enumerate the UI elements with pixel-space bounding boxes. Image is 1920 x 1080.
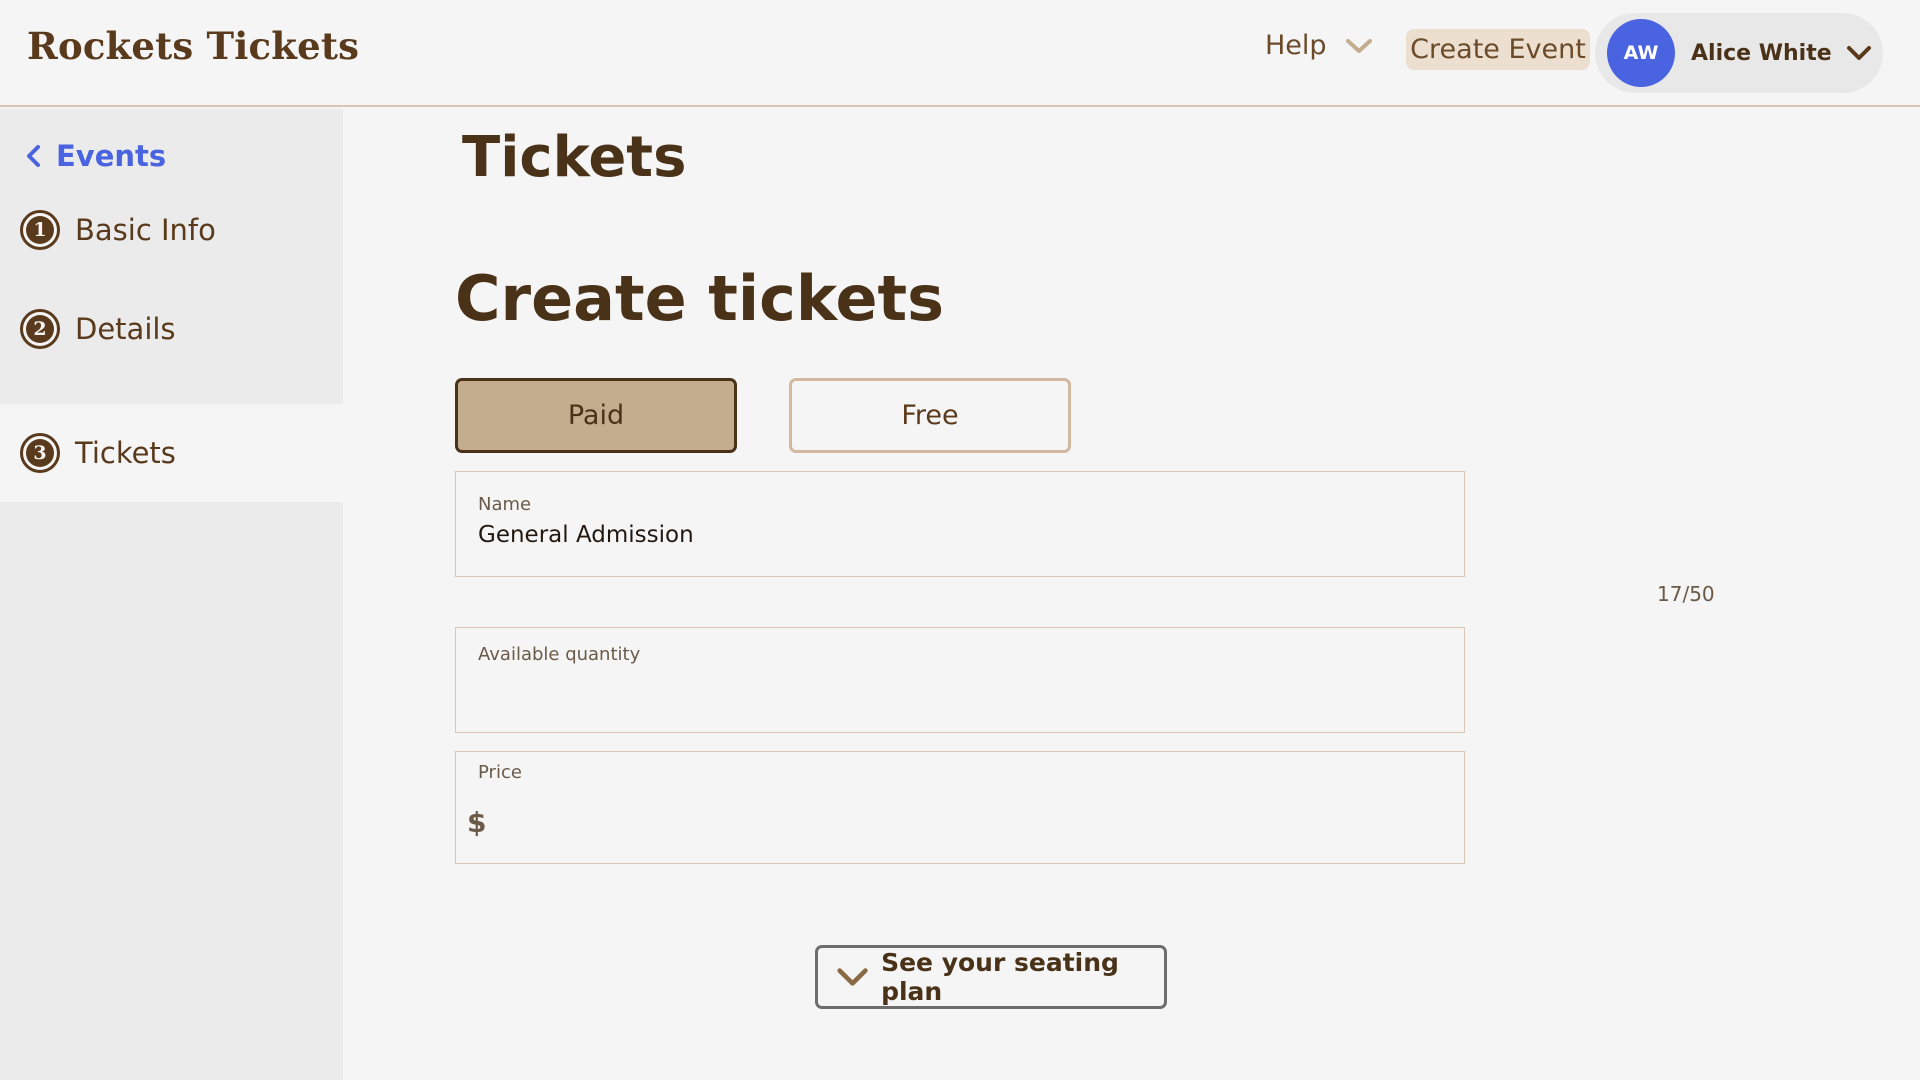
step-number-badge: 2 (20, 309, 60, 349)
create-event-button[interactable]: Create Event (1406, 29, 1590, 70)
step-number: 2 (26, 315, 54, 343)
step-number: 3 (26, 439, 54, 467)
price-field[interactable]: Price $ (455, 751, 1465, 864)
name-field[interactable]: Name General Admission (455, 471, 1465, 577)
price-field-label: Price (478, 762, 522, 783)
step-number: 1 (26, 216, 54, 244)
quantity-field-label: Available quantity (478, 644, 641, 665)
sidebar-item-label: Basic Info (75, 213, 216, 247)
sidebar-item-tickets[interactable]: 3 Tickets (0, 404, 343, 502)
quantity-field[interactable]: Available quantity (455, 627, 1465, 733)
seating-plan-label: See your seating plan (881, 948, 1119, 1006)
help-menu[interactable]: Help (1265, 30, 1373, 61)
sidebar: Events 1 Basic Info 2 Details 3 Tickets (0, 109, 343, 1080)
paid-toggle-button[interactable]: Paid (455, 378, 737, 453)
sidebar-item-label: Tickets (75, 436, 176, 470)
chevron-down-icon (837, 968, 868, 986)
step-number-badge: 1 (20, 210, 60, 250)
chevron-down-icon (1846, 46, 1871, 60)
sidebar-item-details[interactable]: 2 Details (0, 280, 343, 378)
chevron-down-icon (1345, 38, 1372, 53)
back-to-events-link[interactable]: Events (24, 139, 166, 173)
sidebar-item-label: Details (75, 312, 176, 346)
name-field-label: Name (478, 494, 532, 515)
name-character-counter: 17/50 (1657, 582, 1715, 606)
chevron-left-icon (27, 145, 40, 167)
sidebar-item-basic-info[interactable]: 1 Basic Info (0, 181, 343, 279)
page-title: Tickets (462, 125, 687, 190)
avatar: AW (1607, 19, 1675, 87)
brand-logo[interactable]: Rockets Tickets (27, 24, 359, 68)
help-label: Help (1265, 30, 1327, 61)
back-label: Events (56, 139, 167, 173)
step-number-badge: 3 (20, 433, 60, 473)
name-field-value: General Admission (478, 522, 694, 548)
free-toggle-button[interactable]: Free (789, 378, 1071, 453)
top-header: Rockets Tickets Help Create Event AW Ali… (0, 0, 1920, 107)
user-menu[interactable]: AW Alice White (1595, 13, 1883, 93)
user-name: Alice White (1691, 40, 1832, 66)
seating-plan-button[interactable]: See your seating plan (815, 945, 1167, 1009)
section-title: Create tickets (455, 262, 945, 335)
dollar-icon: $ (467, 806, 487, 839)
